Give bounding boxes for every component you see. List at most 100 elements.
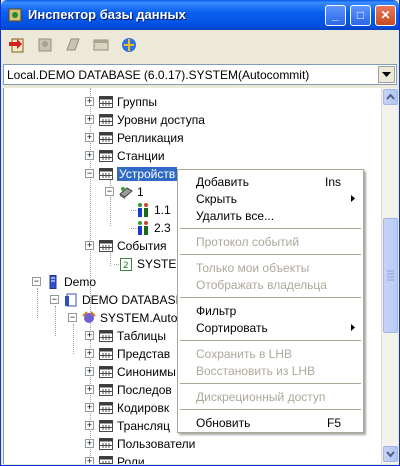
maximize-button[interactable]: □: [350, 5, 371, 26]
tree-node[interactable]: Устройств: [98, 165, 178, 183]
expand-icon[interactable]: +: [85, 457, 94, 464]
expand-icon[interactable]: +: [85, 403, 94, 412]
collapse-icon[interactable]: −: [50, 295, 59, 304]
folder-icon: [99, 384, 113, 396]
window-button[interactable]: [89, 34, 113, 56]
dropdown-button[interactable]: [378, 66, 395, 83]
folder-icon: [99, 366, 113, 378]
tree-node-label: Таблицы: [117, 329, 167, 343]
tree-node[interactable]: 2.3: [135, 219, 171, 237]
svg-text:2: 2: [123, 261, 129, 271]
window-title: Инспектор базы данных: [28, 7, 186, 22]
tree-node[interactable]: События: [98, 237, 167, 255]
menu-item[interactable]: Дискреционный доступ: [178, 388, 363, 405]
vertical-scrollbar[interactable]: [381, 88, 398, 464]
menu-item[interactable]: Восстановить из LHB: [178, 362, 363, 379]
tree-node[interactable]: Demo: [45, 273, 96, 291]
expand-icon[interactable]: +: [85, 385, 94, 394]
tree-node[interactable]: Представ: [98, 345, 170, 363]
close-button[interactable]: ✕: [375, 5, 396, 26]
tree-node[interactable]: Последов: [98, 381, 172, 399]
menu-separator: [180, 297, 361, 298]
tree-node[interactable]: 1: [118, 183, 144, 201]
tree-line: [37, 288, 38, 318]
database-button[interactable]: [117, 34, 141, 56]
event-icon: 2: [120, 258, 132, 271]
expand-icon[interactable]: +: [85, 349, 94, 358]
scroll-thumb[interactable]: [383, 218, 398, 333]
new-object-button[interactable]: [5, 34, 29, 56]
database-icon: [122, 38, 136, 52]
tree-node-label: Роли: [117, 455, 145, 464]
user-button[interactable]: [33, 34, 57, 56]
scroll-down-button[interactable]: [383, 446, 398, 462]
tree-node-label: Уровни доступа: [117, 113, 205, 127]
tree-node-label: Станции: [117, 149, 165, 163]
minimize-button[interactable]: _: [325, 5, 346, 26]
tree-node-label: Demo: [64, 275, 97, 289]
folder-icon: [99, 420, 113, 432]
database-select[interactable]: Local.DEMO DATABASE (6.0.17).SYSTEM(Auto…: [3, 64, 397, 85]
expand-icon[interactable]: +: [85, 151, 94, 160]
tree-node[interactable]: Пользователи: [98, 435, 195, 453]
menu-item[interactable]: Отображать владельца: [178, 276, 363, 293]
menu-item[interactable]: Сохранить в LHB: [178, 345, 363, 362]
tree-node[interactable]: SYSTEM.Auto: [81, 309, 177, 327]
menu-item[interactable]: Добавить Ins: [178, 173, 363, 190]
expand-icon[interactable]: +: [85, 241, 94, 250]
tree-node[interactable]: Синонимы: [98, 363, 176, 381]
tree-node[interactable]: Трансляц: [98, 417, 170, 435]
tree-node[interactable]: DEMO DATABASE: [63, 291, 184, 309]
tree-node[interactable]: Кодировк: [98, 399, 169, 417]
expand-icon[interactable]: +: [85, 421, 94, 430]
expand-icon[interactable]: +: [85, 97, 94, 106]
expand-icon[interactable]: +: [85, 115, 94, 124]
tree-node[interactable]: Роли: [98, 453, 145, 464]
menu-separator: [180, 228, 361, 229]
menu-item[interactable]: Только мои объекты: [178, 259, 363, 276]
scroll-up-button[interactable]: [383, 89, 398, 105]
collapse-icon[interactable]: −: [68, 313, 77, 322]
collapse-icon[interactable]: −: [32, 277, 41, 286]
expand-icon[interactable]: +: [85, 367, 94, 376]
title-bar[interactable]: Инспектор базы данных _ □ ✕: [1, 0, 399, 30]
collapse-icon[interactable]: −: [85, 169, 94, 178]
folder-icon: [99, 348, 113, 360]
menu-separator: [180, 340, 361, 341]
minimize-icon: _: [332, 8, 339, 22]
menu-item[interactable]: Удалить все...: [178, 207, 363, 224]
menu-item[interactable]: Обновить F5: [178, 414, 363, 431]
connection-icon: [82, 311, 96, 323]
script-button[interactable]: [61, 34, 85, 56]
tree-node[interactable]: Репликация: [98, 129, 184, 147]
menu-item[interactable]: Сортировать: [178, 319, 363, 336]
folder-icon: [99, 96, 113, 108]
menu-item[interactable]: Скрыть: [178, 190, 363, 207]
context-menu: Добавить Ins Скрыть Удалить все... Протокол …: [177, 169, 364, 433]
expand-icon[interactable]: +: [85, 439, 94, 448]
tree-line: [55, 306, 56, 336]
expand-icon[interactable]: +: [85, 133, 94, 142]
tree-node[interactable]: Таблицы: [98, 327, 166, 345]
tree-node[interactable]: 1.1: [135, 201, 171, 219]
menu-item[interactable]: Протокол событий: [178, 233, 363, 250]
collapse-icon[interactable]: −: [105, 187, 114, 196]
tree-node-label: DEMO DATABASE: [82, 293, 184, 307]
device-icon: [119, 187, 133, 199]
tree-node-label: 2.3: [154, 221, 171, 235]
tree-node[interactable]: Станции: [98, 147, 165, 165]
menu-item-label: Фильтр: [196, 304, 237, 318]
tree-node[interactable]: Группы: [98, 93, 157, 111]
tree-node-label: Репликация: [117, 131, 184, 145]
tree-node[interactable]: Уровни доступа: [98, 111, 205, 129]
database-icon: [65, 293, 77, 307]
menu-item[interactable]: Фильтр: [178, 302, 363, 319]
tree-node-label: Кодировк: [117, 401, 170, 415]
inspector-window: Инспектор базы данных _ □ ✕ Local.DEMO D…: [0, 0, 400, 466]
folder-icon: [99, 168, 113, 180]
folder-icon: [99, 132, 113, 144]
expand-icon[interactable]: +: [85, 331, 94, 340]
menu-item-label: Сортировать: [196, 321, 268, 335]
folder-icon: [99, 330, 113, 342]
script-icon: [66, 38, 80, 51]
